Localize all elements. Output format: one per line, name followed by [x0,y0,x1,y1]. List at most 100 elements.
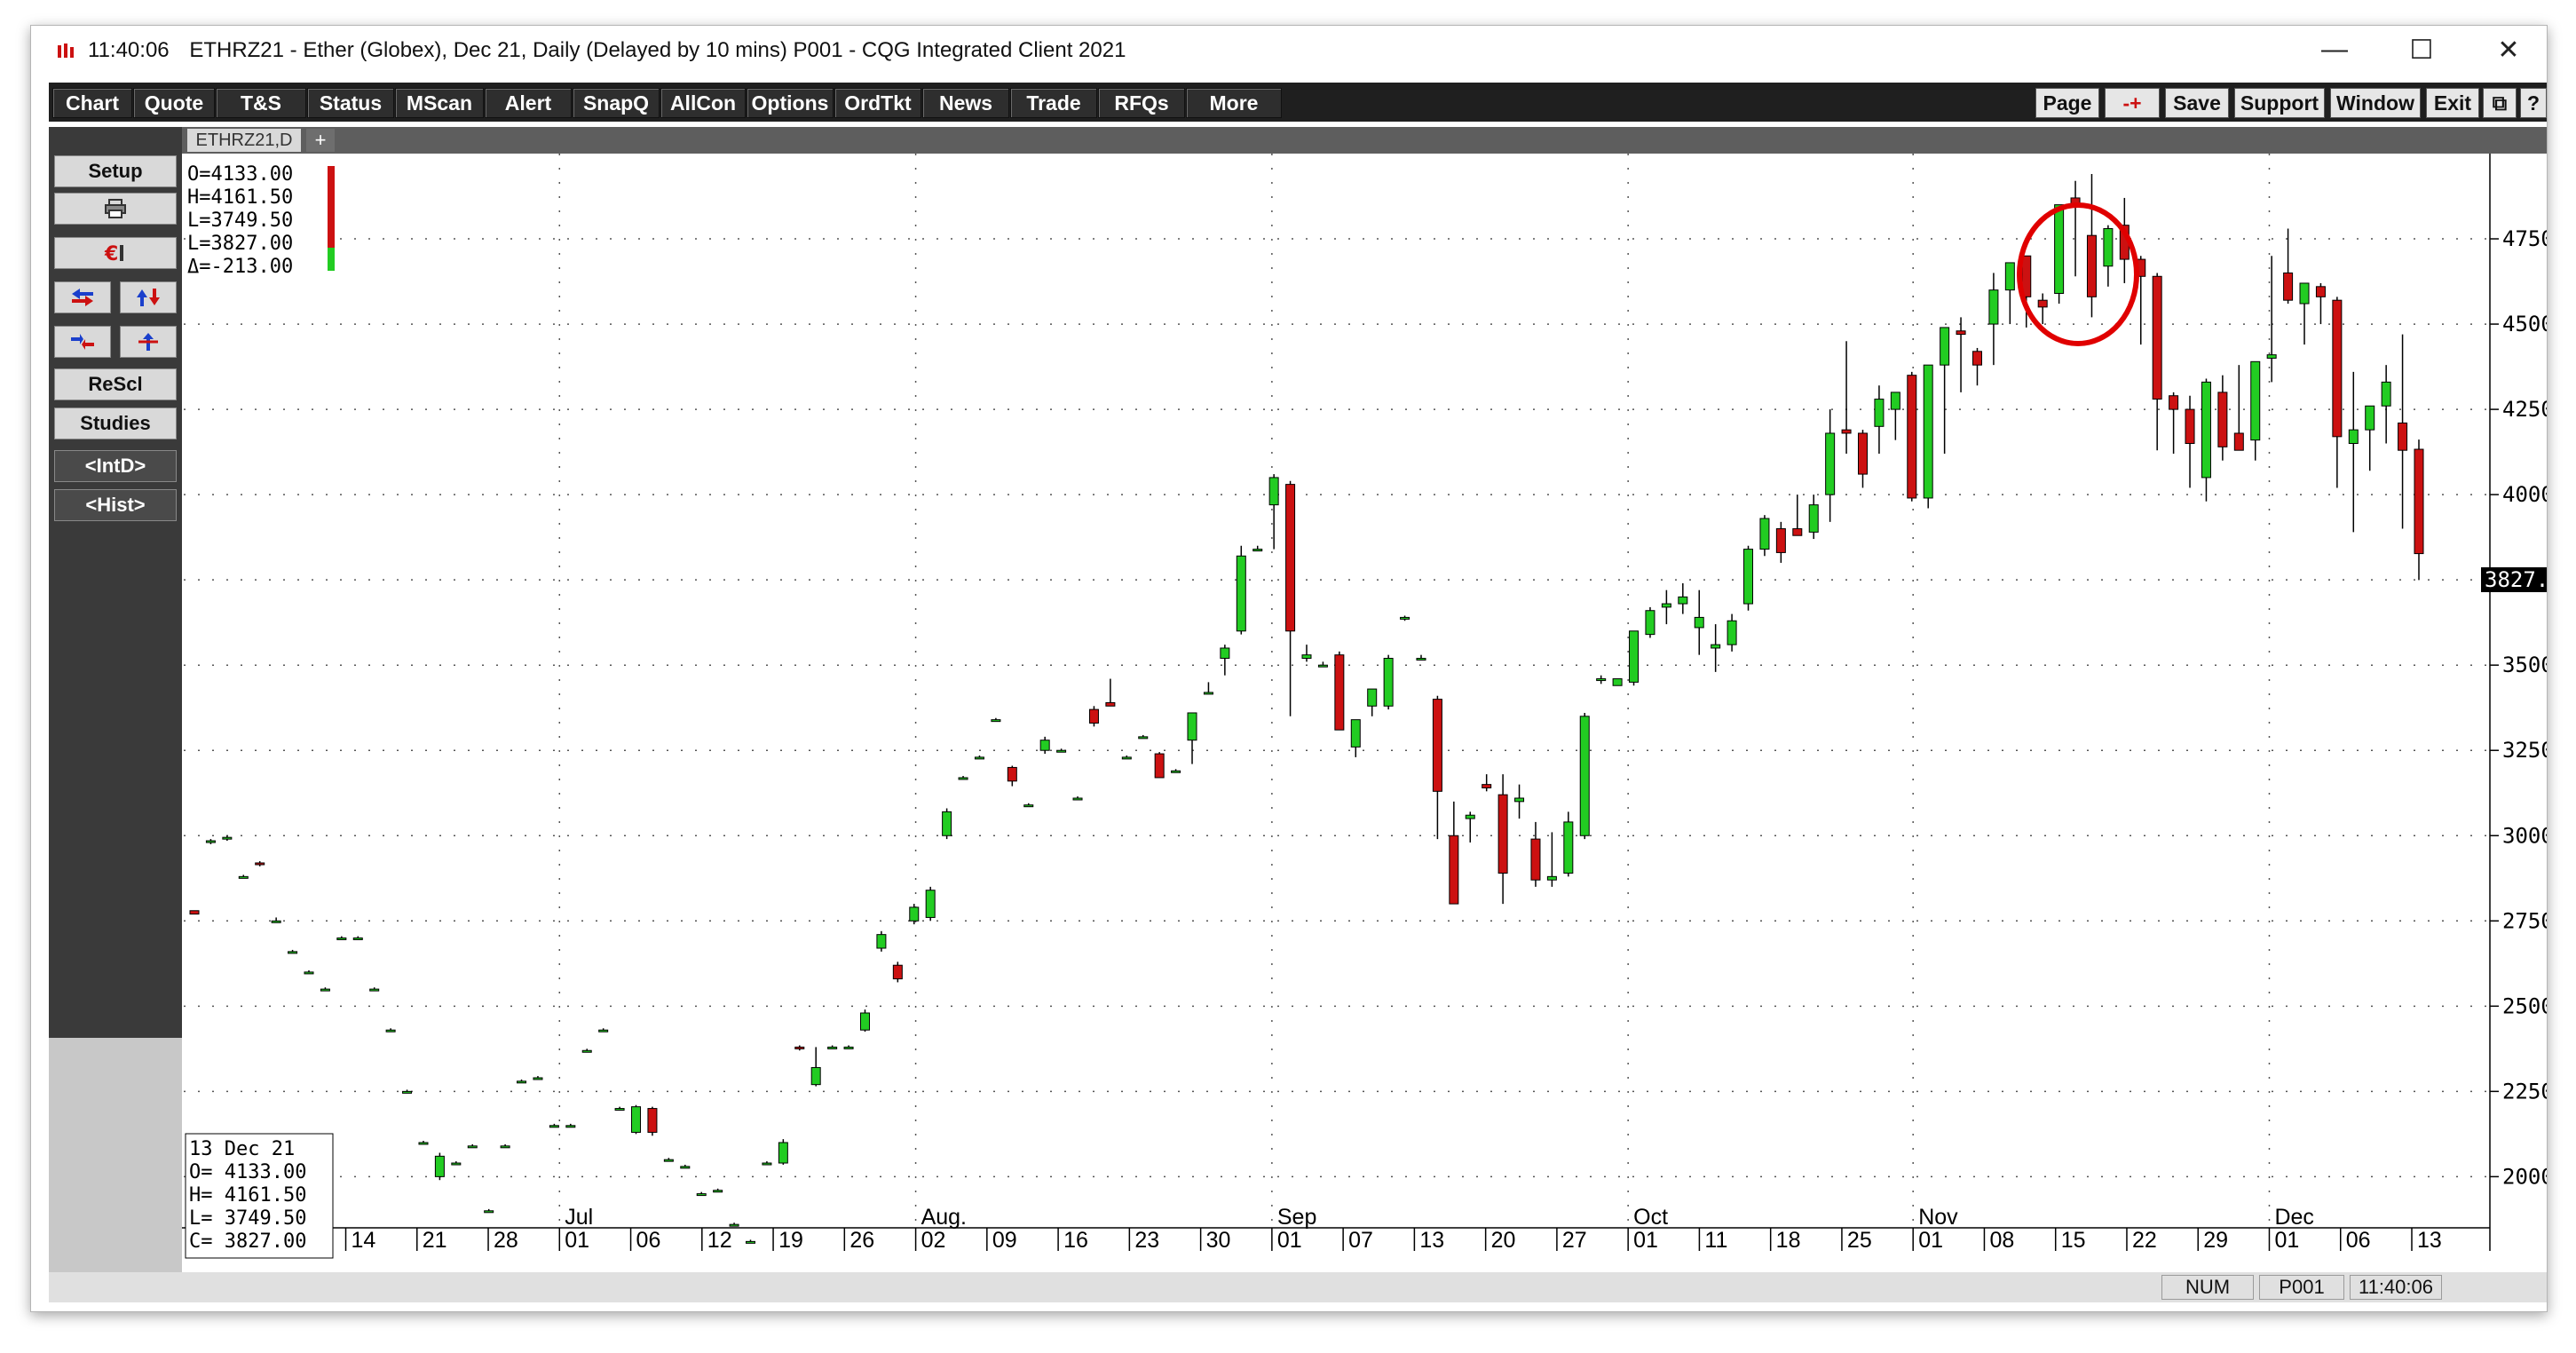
candle-body [1530,838,1541,881]
date-tick-label: 19 [778,1228,803,1253]
historical-button[interactable]: <Hist> [54,489,177,521]
toolbar-zoom-button[interactable]: -+ [2105,88,2160,118]
toolbar-snapq-button[interactable]: SnapQ [573,88,660,118]
candle-body [1334,654,1345,731]
toolbar-allcon-button[interactable]: AllCon [660,88,746,118]
candle-body [680,1166,691,1169]
toolbar-support-button[interactable]: Support [2234,88,2325,118]
toolbar-trade-button[interactable]: Trade [1010,88,1097,118]
status-bar: NUM P001 11:40:06 [49,1272,2547,1302]
date-tick-label: 01 [1633,1228,1658,1253]
title-caption: ETHRZ21 - Ether (Globex), Dec 21, Daily … [189,38,1126,62]
toolbar-window-button[interactable]: Window [2330,88,2421,118]
scroll-left-button[interactable] [54,281,111,313]
date-tick-label: 26 [849,1228,874,1253]
candle [631,1104,642,1135]
date-tick-label: 21 [423,1228,447,1253]
candle-body [1890,392,1900,410]
candle-body [1432,699,1442,792]
candle-body [1841,429,1852,434]
status-time: 11:40:06 [2350,1275,2442,1300]
candle-body [1792,528,1803,536]
candle-body [1252,549,1263,552]
toolbar-ts-button[interactable]: T&S [216,88,306,118]
price-tick-label: 4250.00 [2502,397,2547,422]
candle [1154,752,1165,779]
price-tick-label: 3500.00 [2502,653,2547,677]
sidebar-lower-area [49,1038,182,1294]
candle [1236,545,1246,635]
date-tick-label: 11 [1704,1228,1727,1253]
candle-body [1858,432,1868,475]
candle-body [418,1142,429,1145]
date-tick-label: 29 [2203,1228,2228,1253]
month-label: Sep [1277,1205,1316,1230]
candle-body [304,971,314,975]
candle-body [189,910,200,915]
month-label: Dec [2274,1205,2313,1230]
candle [1334,651,1345,731]
toolbar-ordtkt-button[interactable]: OrdTkt [834,88,921,118]
chart-link-button[interactable]: € [54,237,177,269]
minimize-button[interactable]: — [2296,29,2373,70]
toolbar-status-button[interactable]: Status [307,88,394,118]
date-tick-label: 22 [2132,1228,2157,1253]
add-tab-button[interactable]: + [306,129,335,152]
title-bar[interactable]: 11:40:06 ETHRZ21 - Ether (Globex), Dec 2… [31,26,2547,77]
toolbar-chart-button[interactable]: Chart [52,88,132,118]
setup-button[interactable]: Setup [54,155,177,187]
date-tick-label: 18 [1776,1228,1801,1253]
candle-body [2348,429,2359,445]
candle [1629,630,1640,686]
toolbar-save-button[interactable]: Save [2165,88,2229,118]
candle-body [2217,392,2228,447]
price-tick-label: 2750.00 [2502,908,2547,933]
candle-body [2299,282,2310,305]
toolbar-page-button[interactable]: Page [2035,88,2099,118]
help-icon[interactable]: ? [2520,88,2547,118]
print-button[interactable] [54,193,177,225]
date-tick-label: 27 [1562,1228,1587,1253]
candle-body [2201,381,2211,479]
toolbar-alert-button[interactable]: Alert [485,88,572,118]
ohlc-last: L=3827.00 [187,233,293,255]
maximize-button[interactable]: ☐ [2383,29,2460,70]
scroll-vertical-button[interactable] [120,281,177,313]
rescale-button[interactable]: ReScl [54,368,177,400]
last-price-label: 3827.00 [2485,567,2547,592]
restore-window-icon[interactable]: ⧉ [2483,88,2517,118]
candle-body [517,1080,527,1084]
toolbar-rfqs-button[interactable]: RFQs [1098,88,1185,118]
studies-button[interactable]: Studies [54,407,177,439]
candle-body [255,862,265,866]
toolbar-news-button[interactable]: News [922,88,1009,118]
candle-body [1727,620,1737,645]
price-chart[interactable]: 2000.00 2250.00 2500.00 2750.00 3000.00 3250.… [182,154,2547,1272]
candle-body [2185,408,2195,445]
candle-body [827,1046,838,1049]
compress-button[interactable] [54,326,111,358]
cqg-app-icon [56,42,75,61]
month-label: Aug. [921,1205,967,1230]
toolbar-more-button[interactable]: More [1186,88,1282,118]
toolbar-options-button[interactable]: Options [747,88,834,118]
date-tick-label: 02 [921,1228,946,1253]
candle-body [2381,381,2391,407]
expand-button[interactable] [120,326,177,358]
candle-body [484,1210,494,1214]
ohlc-open: O=4133.00 [187,163,293,186]
candle-body [1416,658,1426,661]
tab-ethrz21-daily[interactable]: ETHRZ21,D [187,129,301,152]
date-tick-label: 15 [2061,1228,2086,1253]
toolbar-mscan-button[interactable]: MScan [395,88,484,118]
toolbar-exit-button[interactable]: Exit [2426,88,2479,118]
candle-body [402,1090,413,1094]
candle-body [205,840,216,843]
candle [909,904,920,925]
date-tick-label: 01 [565,1228,589,1253]
candle-body [729,1223,739,1227]
close-button[interactable]: ✕ [2470,29,2547,70]
candle-body [1497,794,1508,874]
toolbar-quote-button[interactable]: Quote [133,88,215,118]
intraday-button[interactable]: <IntD> [54,450,177,482]
